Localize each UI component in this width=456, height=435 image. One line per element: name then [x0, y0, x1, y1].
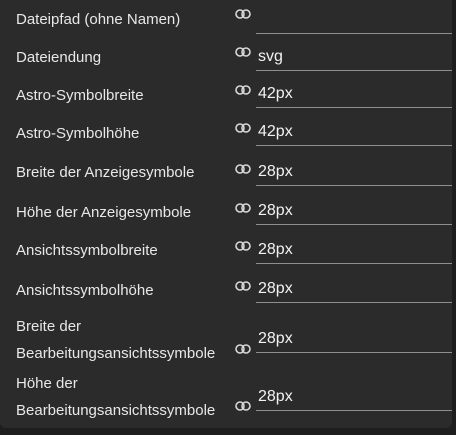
astro-symbolbreite-input[interactable]: 42px — [256, 82, 452, 108]
setting-row-dateipfad: Dateipfad (ohne Namen) — [0, 5, 452, 37]
setting-label: Breite der Anzeigesymbole — [16, 164, 195, 181]
setting-row-ansichtssymbolhoehe: Ansichtssymbolhöhe 28px — [0, 277, 452, 309]
breite-anzeigesymbole-input[interactable]: 28px — [256, 160, 452, 186]
link-icon[interactable] — [235, 401, 251, 411]
link-icon[interactable] — [235, 9, 251, 19]
setting-label: Höhe der Anzeigesymbole — [16, 204, 192, 221]
link-icon[interactable] — [235, 203, 251, 213]
hoehe-anzeigesymbole-input[interactable]: 28px — [256, 199, 452, 225]
field-value: 42px — [258, 123, 293, 140]
settings-panel: Dateipfad (ohne Namen) Dateiendung svg A… — [0, 0, 452, 428]
setting-label-line2: Bearbeitungsansichtssymbole — [16, 402, 216, 419]
field-value: 28px — [258, 241, 293, 258]
setting-label: Ansichtssymbolhöhe — [16, 282, 154, 299]
link-icon[interactable] — [235, 123, 251, 133]
dateiendung-input[interactable]: svg — [256, 45, 452, 71]
breite-bearbeitungsansichtssymbole-input[interactable]: 28px — [256, 327, 452, 353]
ansichtssymbolhoehe-input[interactable]: 28px — [256, 277, 452, 303]
setting-label: Dateipfad (ohne Namen) — [16, 11, 181, 28]
field-value: 28px — [258, 330, 293, 347]
link-icon[interactable] — [235, 344, 251, 354]
field-value: 28px — [258, 388, 293, 405]
link-icon[interactable] — [235, 47, 251, 57]
setting-label-line1: Höhe der — [16, 375, 78, 392]
setting-row-hoehe-anzeigesymbole: Höhe der Anzeigesymbole 28px — [0, 198, 452, 230]
field-value: 28px — [258, 163, 293, 180]
setting-label: Astro-Symbolbreite — [16, 87, 144, 104]
setting-row-astro-symbolhoehe: Astro-Symbolhöhe 42px — [0, 119, 452, 151]
field-value: 42px — [258, 85, 293, 102]
link-icon[interactable] — [235, 241, 251, 251]
setting-row-breite-bearbeitungsansichtssymbole: Breite der Bearbeitungsansichtssymbole 2… — [0, 313, 452, 367]
astro-symbolhoehe-input[interactable]: 42px — [256, 120, 452, 146]
setting-row-ansichtssymbolbreite: Ansichtssymbolbreite 28px — [0, 237, 452, 269]
setting-label-line1: Breite der — [16, 318, 82, 335]
link-icon[interactable] — [235, 164, 251, 174]
hoehe-bearbeitungsansichtssymbole-input[interactable]: 28px — [256, 385, 452, 411]
setting-row-breite-anzeigesymbole: Breite der Anzeigesymbole 28px — [0, 159, 452, 191]
setting-label: Ansichtssymbolbreite — [16, 242, 158, 259]
field-value: svg — [258, 48, 283, 65]
setting-row-astro-symbolbreite: Astro-Symbolbreite 42px — [0, 81, 452, 113]
setting-row-dateiendung: Dateiendung svg — [0, 43, 452, 75]
ansichtssymbolbreite-input[interactable]: 28px — [256, 238, 452, 264]
setting-label: Dateiendung — [16, 49, 102, 66]
setting-row-hoehe-bearbeitungsansichtssymbole: Höhe der Bearbeitungsansichtssymbole 28p… — [0, 370, 452, 424]
link-icon[interactable] — [235, 85, 251, 95]
setting-label-line2: Bearbeitungsansichtssymbole — [16, 345, 216, 362]
field-value: 28px — [258, 280, 293, 297]
field-value: 28px — [258, 202, 293, 219]
setting-label: Astro-Symbolhöhe — [16, 125, 140, 142]
link-icon[interactable] — [235, 281, 251, 291]
dateipfad-input[interactable] — [256, 8, 452, 34]
